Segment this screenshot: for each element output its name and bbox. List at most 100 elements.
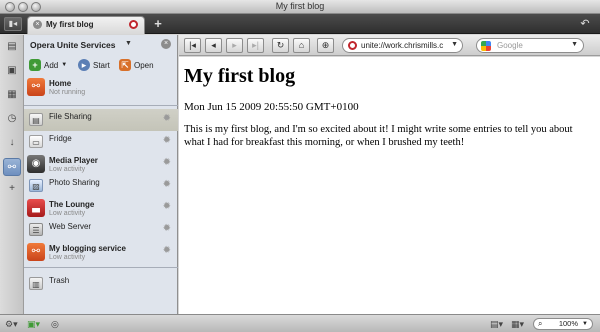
address-field[interactable]: unite://work.chrismills.c ▼: [342, 38, 463, 53]
history-panel-icon[interactable]: ◷: [3, 110, 21, 128]
add-panel-icon[interactable]: +: [3, 180, 21, 198]
service-the-lounge[interactable]: ▃ The Lounge Low activity ✹: [24, 197, 178, 219]
media-player-icon: ◉: [27, 155, 45, 173]
service-status: Low activity: [49, 254, 86, 261]
chevron-down-icon[interactable]: ▼: [125, 40, 132, 47]
panel-toggle-icon[interactable]: ▮◂: [4, 17, 22, 31]
home-service-icon: ⚯: [27, 78, 45, 96]
service-photo-sharing[interactable]: ▨ Photo Sharing ✹: [24, 175, 178, 197]
rewind-icon[interactable]: |◂: [184, 38, 201, 53]
add-service-button[interactable]: + Add ▼: [29, 58, 67, 72]
service-name: Home: [49, 79, 72, 88]
widgets-panel-icon[interactable]: ▣: [3, 62, 21, 80]
unite-status-icon[interactable]: ▣▾: [27, 318, 40, 330]
bookmarks-panel-icon[interactable]: ▤: [3, 38, 21, 56]
panel-selector: ▤ ▣ ▦ ◷ ↓ ⚯ +: [0, 35, 24, 314]
service-status: Low activity: [49, 210, 86, 217]
unite-panel-icon[interactable]: ⚯: [3, 158, 21, 176]
notes-panel-icon[interactable]: ▦: [3, 86, 21, 104]
google-icon[interactable]: [481, 41, 491, 51]
speed-dial-icon[interactable]: ◎: [51, 318, 59, 330]
tab-my-first-blog[interactable]: × My first blog: [27, 16, 145, 34]
fridge-icon: ▭: [29, 135, 43, 148]
gear-icon[interactable]: ✹: [163, 158, 171, 168]
navigation-toolbar: |◂ ◂ ▸ ▸| ↻ ⌂ ⊕ unite://work.chrismills.…: [179, 35, 600, 56]
zoom-control[interactable]: ⌕ 100% ▼: [533, 318, 593, 330]
divider: [24, 105, 178, 106]
unite-favicon-icon: [348, 41, 357, 50]
unite-favicon-icon: [129, 20, 138, 29]
service-name: Photo Sharing: [49, 178, 100, 187]
photo-sharing-icon: ▨: [29, 179, 43, 192]
image-toggle-icon[interactable]: ▦▾: [511, 318, 524, 330]
chevron-down-icon[interactable]: ▼: [451, 41, 458, 48]
tab-close-icon[interactable]: ×: [33, 20, 42, 29]
service-media-player[interactable]: ◉ Media Player Low activity ✹: [24, 153, 178, 175]
closed-tabs-icon[interactable]: ↶: [578, 17, 592, 31]
panel-close-icon[interactable]: ×: [161, 39, 171, 49]
play-icon: ▸: [78, 59, 90, 71]
post-body: This is my first blog, and I'm so excite…: [184, 124, 573, 148]
page-content: My first blog Mon Jun 15 2009 20:55:50 G…: [179, 57, 600, 314]
start-service-button[interactable]: ▸ Start: [78, 58, 110, 72]
trash-icon: ▥: [29, 277, 43, 290]
chevron-down-icon[interactable]: ▼: [582, 319, 588, 329]
settings-gear-icon[interactable]: ⚙▾: [5, 318, 18, 330]
service-trash[interactable]: ▥ Trash: [24, 273, 178, 295]
service-my-blogging-service[interactable]: ⚯ My blogging service Low activity ✹: [24, 241, 178, 263]
window-title: My first blog: [275, 1, 325, 11]
service-name: Web Server: [49, 222, 92, 231]
zoom-level: 100%: [558, 319, 578, 328]
forward-arrow-icon[interactable]: ▸: [226, 38, 243, 53]
status-bar: ⚙▾ ▣▾ ◎ ▤▾ ▦▾ ⌕ 100% ▼: [0, 314, 600, 332]
open-icon: ⇱: [119, 59, 131, 71]
window-title-bar: My first blog: [0, 0, 600, 14]
gear-icon[interactable]: ✹: [163, 136, 171, 146]
service-name: My blogging service: [49, 244, 126, 253]
blogging-service-icon: ⚯: [27, 243, 45, 261]
panel-title[interactable]: Opera Unite Services: [30, 40, 116, 50]
gear-icon[interactable]: ✹: [163, 202, 171, 212]
tab-bar: ▮◂ × My first blog + ↶: [0, 14, 600, 34]
service-web-server[interactable]: ☰ Web Server ✹: [24, 219, 178, 241]
service-home[interactable]: ⚯ Home Not running: [24, 76, 178, 102]
web-server-icon: ☰: [29, 223, 43, 236]
transfers-panel-icon[interactable]: ↓: [3, 134, 21, 152]
service-fridge[interactable]: ▭ Fridge ✹: [24, 131, 178, 153]
reload-icon[interactable]: ↻: [272, 38, 289, 53]
unite-services-panel: Opera Unite Services ▼ × + Add ▼ ▸ Start…: [24, 35, 178, 314]
plus-icon: +: [29, 59, 41, 71]
tab-label: My first blog: [46, 20, 94, 29]
fast-forward-icon[interactable]: ▸|: [247, 38, 264, 53]
service-name: Trash: [49, 276, 70, 285]
service-status: Low activity: [49, 166, 86, 173]
divider: [24, 267, 178, 268]
service-status: Not running: [49, 89, 86, 96]
service-file-sharing[interactable]: ▤ File Sharing ✹: [24, 109, 178, 131]
gear-icon[interactable]: ✹: [163, 180, 171, 190]
blog-heading: My first blog: [184, 65, 296, 87]
new-tab-button[interactable]: +: [151, 17, 165, 31]
gear-icon[interactable]: ✹: [163, 224, 171, 234]
service-name: Fridge: [49, 134, 72, 143]
home-icon[interactable]: ⌂: [293, 38, 310, 53]
search-placeholder: Google: [497, 41, 523, 50]
service-name: The Lounge: [49, 200, 95, 209]
search-field[interactable]: Google ▼: [476, 38, 584, 53]
service-name: File Sharing: [49, 112, 92, 121]
page-view-icon[interactable]: ▤▾: [490, 318, 503, 330]
open-label: Open: [134, 60, 154, 70]
gear-icon[interactable]: ✹: [163, 246, 171, 256]
post-date: Mon Jun 15 2009 20:55:50 GMT+0100: [184, 101, 359, 113]
lounge-sofa-icon: ▃: [27, 199, 45, 217]
service-name: Media Player: [49, 156, 98, 165]
start-label: Start: [93, 60, 110, 70]
gear-icon[interactable]: ✹: [163, 114, 171, 124]
chevron-down-icon[interactable]: ▼: [571, 41, 578, 48]
file-sharing-icon: ▤: [29, 113, 43, 126]
add-label: Add: [44, 60, 59, 70]
chevron-down-icon: ▼: [61, 62, 68, 68]
open-service-button[interactable]: ⇱ Open: [119, 58, 154, 72]
wand-icon[interactable]: ⊕: [317, 38, 334, 53]
back-arrow-icon[interactable]: ◂: [205, 38, 222, 53]
